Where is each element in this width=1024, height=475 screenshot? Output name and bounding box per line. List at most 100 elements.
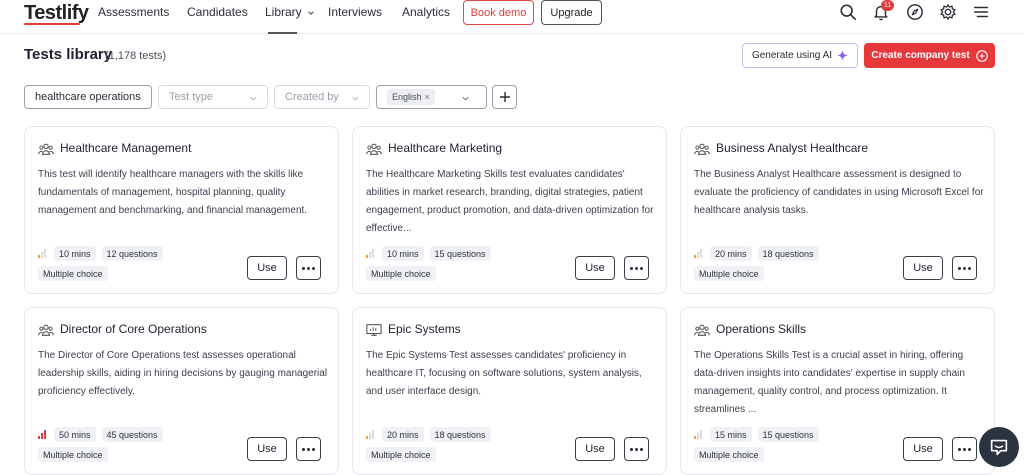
difficulty-level-icon <box>366 430 376 439</box>
more-options-button[interactable] <box>296 437 321 461</box>
team-icon <box>38 323 54 337</box>
language-chip-label: English <box>392 92 422 102</box>
use-test-button[interactable]: Use <box>575 437 615 461</box>
help-chat-button[interactable] <box>979 427 1019 467</box>
plus-circle-icon <box>975 49 988 62</box>
plus-icon <box>499 92 510 102</box>
duration-badge: 10 mins <box>54 246 96 261</box>
generate-ai-label: Generate using AI <box>751 50 833 61</box>
create-company-test-label: Create company test <box>871 50 970 61</box>
search-icon[interactable] <box>839 3 857 21</box>
questions-badge: 12 questions <box>101 246 163 261</box>
questions-badge: 15 questions <box>429 246 491 261</box>
gear-icon[interactable] <box>939 3 957 21</box>
question-type-badge: Multiple choice <box>38 447 108 462</box>
card-meta: 15 mins 15 questions <box>694 427 819 442</box>
card-meta: 50 mins 45 questions <box>38 427 163 442</box>
search-input[interactable]: healthcare operations <box>24 85 152 109</box>
team-icon <box>366 142 382 156</box>
card-description: The Epic Systems Test assesses candidate… <box>366 350 642 397</box>
nav-assessments[interactable]: Assessments <box>98 5 169 19</box>
questions-badge: 18 questions <box>757 246 819 261</box>
created-by-select[interactable]: Created by <box>274 85 370 109</box>
question-type-badge: Multiple choice <box>694 266 764 281</box>
card-description: The Business Analyst Healthcare assessme… <box>694 169 984 216</box>
add-filter-button[interactable] <box>492 85 517 109</box>
card-description: The Director of Core Operations test ass… <box>38 350 328 397</box>
more-options-button[interactable] <box>624 256 649 280</box>
more-options-button[interactable] <box>624 437 649 461</box>
difficulty-level-icon <box>366 249 376 258</box>
chat-icon <box>990 439 1008 456</box>
test-card[interactable]: Epic Systems The Epic Systems Test assess… <box>352 307 667 475</box>
questions-badge: 15 questions <box>757 427 819 442</box>
nav-analytics[interactable]: Analytics <box>402 5 450 19</box>
logo-underline <box>24 23 80 25</box>
page-title: Tests library <box>24 46 113 63</box>
team-icon <box>694 142 710 156</box>
use-test-button[interactable]: Use <box>247 256 287 280</box>
team-icon <box>694 323 710 337</box>
nav-library-label: Library <box>265 5 302 19</box>
nav-active-indicator <box>268 32 297 34</box>
team-icon <box>38 142 54 156</box>
difficulty-level-icon <box>694 430 704 439</box>
questions-badge: 45 questions <box>101 427 163 442</box>
upgrade-button[interactable]: Upgrade <box>541 0 602 25</box>
more-options-button[interactable] <box>952 256 977 280</box>
use-test-button[interactable]: Use <box>903 256 943 280</box>
language-select[interactable]: English × <box>376 85 487 109</box>
testlify-logo[interactable]: Testlify <box>24 2 89 25</box>
card-description: The Healthcare Marketing Skills test eva… <box>366 169 654 234</box>
duration-badge: 10 mins <box>382 246 424 261</box>
created-by-placeholder: Created by <box>285 91 339 103</box>
test-type-select[interactable]: Test type <box>158 85 268 109</box>
book-demo-button[interactable]: Book demo <box>463 0 534 25</box>
generate-ai-button[interactable]: Generate using AI <box>742 43 858 68</box>
more-options-button[interactable] <box>296 256 321 280</box>
duration-badge: 50 mins <box>54 427 96 442</box>
card-meta: 10 mins 15 questions <box>366 246 491 261</box>
test-card[interactable]: Business Analyst Healthcare The Business … <box>680 126 995 294</box>
duration-badge: 20 mins <box>710 246 752 261</box>
sparkle-icon <box>837 50 849 61</box>
more-options-button[interactable] <box>952 437 977 461</box>
tests-count: (1,178 tests) <box>105 50 167 62</box>
nav-interviews[interactable]: Interviews <box>328 5 382 19</box>
test-card[interactable]: Operations Skills The Operations Skills T… <box>680 307 995 475</box>
use-test-button[interactable]: Use <box>903 437 943 461</box>
difficulty-level-icon <box>38 249 48 258</box>
nav-candidates[interactable]: Candidates <box>187 5 248 19</box>
use-test-button[interactable]: Use <box>575 256 615 280</box>
card-meta: 20 mins 18 questions <box>366 427 491 442</box>
card-title[interactable]: Healthcare Marketing <box>388 141 502 155</box>
question-type-badge: Multiple choice <box>366 266 436 281</box>
question-type-badge: Multiple choice <box>38 266 108 281</box>
test-type-placeholder: Test type <box>169 91 214 103</box>
chevron-down-icon <box>462 96 469 101</box>
use-test-button[interactable]: Use <box>247 437 287 461</box>
duration-badge: 20 mins <box>382 427 424 442</box>
card-title[interactable]: Director of Core Operations <box>60 322 207 336</box>
chevron-down-icon <box>352 96 359 101</box>
test-card[interactable]: Healthcare Management This test will iden… <box>24 126 339 294</box>
card-title[interactable]: Operations Skills <box>716 322 806 336</box>
difficulty-level-icon <box>694 249 704 258</box>
card-meta: 20 mins 18 questions <box>694 246 819 261</box>
language-chip: English × <box>387 89 435 105</box>
card-description: This test will identify healthcare manag… <box>38 169 308 216</box>
questions-badge: 18 questions <box>429 427 491 442</box>
nav-library[interactable]: Library <box>265 5 315 19</box>
menu-icon[interactable] <box>972 3 990 21</box>
create-company-test-button[interactable]: Create company test <box>864 43 995 68</box>
notification-badge: 11 <box>881 0 894 11</box>
presentation-icon <box>366 323 382 337</box>
close-icon[interactable]: × <box>425 92 430 102</box>
card-title[interactable]: Business Analyst Healthcare <box>716 141 868 155</box>
test-card[interactable]: Director of Core Operations The Director … <box>24 307 339 475</box>
compass-icon[interactable] <box>906 3 924 21</box>
card-title[interactable]: Epic Systems <box>388 322 461 336</box>
duration-badge: 15 mins <box>710 427 752 442</box>
test-card[interactable]: Healthcare Marketing The Healthcare Marke… <box>352 126 667 294</box>
card-title[interactable]: Healthcare Management <box>60 141 191 155</box>
